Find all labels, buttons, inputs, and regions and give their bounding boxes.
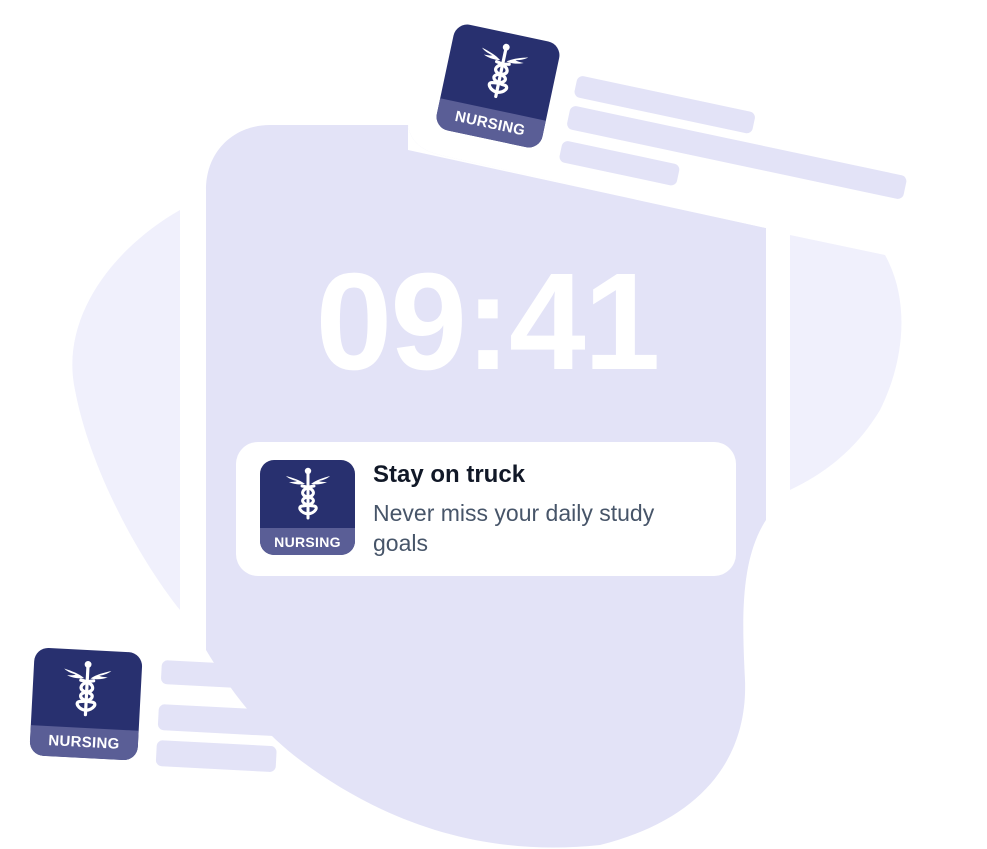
promo-illustration: 09:41 NURSING Stay on truck Never miss y… — [0, 0, 987, 849]
app-icon-label-strip: NURSING — [29, 724, 139, 761]
placeholder-line — [155, 740, 277, 773]
app-icon-label-strip: NURSING — [260, 528, 355, 555]
placeholder-line — [157, 704, 279, 737]
floating-notification-top: NURSING — [408, 20, 928, 260]
floating-app-icon-bottom: NURSING — [29, 647, 143, 761]
caduceus-icon — [31, 647, 143, 730]
blob-right-shape — [790, 235, 902, 490]
lockscreen-time: 09:41 — [315, 245, 661, 399]
app-icon-label: NURSING — [274, 533, 341, 550]
caduceus-icon — [260, 460, 355, 528]
placeholder-line — [160, 660, 272, 690]
notification-body: Never miss your daily study goals — [373, 500, 655, 556]
app-icon-label: NURSING — [47, 732, 121, 754]
floating-app-icon-top: NURSING — [433, 21, 563, 151]
notification-card[interactable]: NURSING Stay on truck Never miss your da… — [236, 442, 736, 576]
notification-app-icon: NURSING — [260, 460, 355, 555]
floating-notification-bottom: NURSING — [28, 646, 288, 776]
notification-title: Stay on truck — [373, 461, 526, 488]
blob-light-shape — [72, 210, 180, 610]
